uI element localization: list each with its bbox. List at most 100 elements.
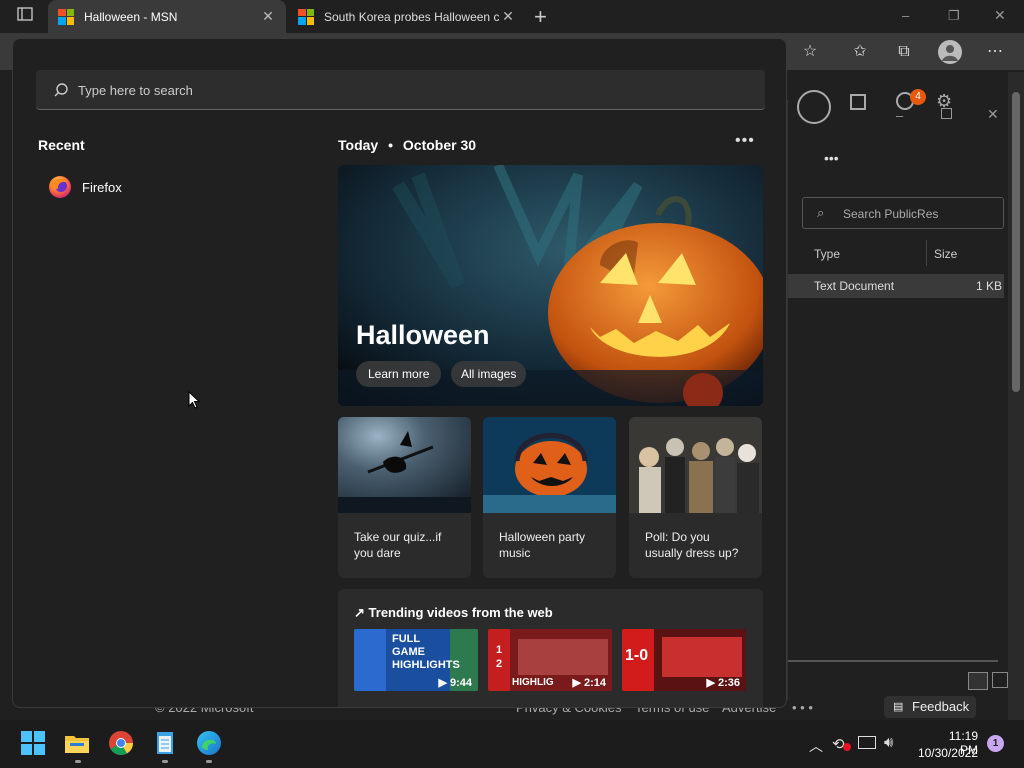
profile-avatar[interactable]: [938, 40, 962, 64]
all-images-button[interactable]: All images: [451, 361, 527, 387]
start-button[interactable]: [20, 730, 48, 758]
row-size: 1 KB: [976, 279, 1003, 293]
bg-column-headers: Type Size: [806, 240, 1006, 266]
page-account-icon[interactable]: [797, 90, 831, 124]
video-thumbnail-1[interactable]: FULL GAME HIGHLIGHTS ▶ 9:44: [354, 629, 478, 691]
bg-search-input[interactable]: ⌕ Search PublicRes: [802, 197, 1004, 229]
sync-error-badge: [843, 743, 851, 751]
players-figure: [518, 639, 608, 675]
players-figure: [662, 637, 742, 677]
card-poll[interactable]: Poll: Do you usually dress up?: [629, 417, 762, 578]
windows-logo-icon: [21, 731, 45, 755]
hero-title: Halloween: [356, 320, 490, 350]
video-duration: ▶ 9:44: [438, 677, 472, 689]
column-size[interactable]: Size: [934, 247, 957, 261]
running-indicator: [75, 760, 81, 763]
edge-icon: [197, 731, 221, 755]
trending-arrow-icon: ↗: [354, 605, 365, 620]
taskbar-notepad[interactable]: [152, 730, 180, 758]
costumes-image: [629, 417, 762, 513]
jack-o-lantern-headphones-image: [483, 417, 616, 513]
bg-menu-dots[interactable]: •••: [824, 150, 839, 166]
running-indicator: [206, 760, 212, 763]
bg-maximize-button[interactable]: [941, 108, 952, 119]
page-apps-icon[interactable]: [850, 94, 866, 110]
taskbar-chrome[interactable]: [108, 730, 136, 758]
row-type: Text Document: [814, 279, 895, 293]
notification-badge: 4: [910, 89, 926, 105]
favorite-add-icon[interactable]: ☆: [799, 41, 821, 63]
new-tab-button[interactable]: +: [534, 4, 547, 30]
folder-icon: [65, 736, 89, 753]
today-label: Today: [338, 137, 379, 153]
card-caption: Halloween party music: [499, 530, 586, 560]
background-window: [787, 100, 1017, 700]
video-overlay-text: HIGHLIG: [512, 677, 554, 688]
start-menu: Type here to search Recent Firefox Today…: [12, 38, 787, 708]
details-view-icon[interactable]: [968, 672, 988, 690]
firefox-icon: [49, 176, 71, 198]
start-search-input[interactable]: Type here to search: [36, 70, 765, 110]
bg-horizontal-scrollbar[interactable]: [788, 660, 998, 662]
tab-title: South Korea probes Halloween c: [324, 9, 500, 24]
footer-more-dots[interactable]: • • •: [792, 700, 813, 715]
video-duration: ▶ 2:14: [572, 677, 606, 689]
taskbar-date[interactable]: 10/30/2022: [914, 746, 978, 760]
favorites-icon[interactable]: ✩: [849, 41, 871, 63]
search-icon: ⌕: [817, 205, 825, 220]
notification-count-badge[interactable]: 1: [987, 735, 1004, 752]
bg-close-button[interactable]: ✕: [987, 106, 999, 123]
network-icon[interactable]: [858, 736, 876, 749]
bg-search-placeholder: Search PublicRes: [843, 207, 939, 221]
restore-button[interactable]: ❐: [948, 8, 960, 24]
chrome-icon: [109, 731, 133, 756]
start-search-placeholder: Type here to search: [78, 83, 193, 98]
taskbar-file-explorer[interactable]: [64, 730, 92, 758]
today-more-button[interactable]: •••: [735, 132, 755, 150]
close-window-button[interactable]: ✕: [994, 7, 1006, 24]
microsoft-logo-icon: [298, 8, 314, 25]
bg-minimize-button[interactable]: –: [896, 108, 903, 123]
trending-videos-panel: ↗ Trending videos from the web FULL GAME…: [338, 589, 763, 707]
running-indicator: [162, 760, 168, 763]
notepad-icon: [157, 732, 173, 754]
video-thumbnail-2[interactable]: 12 HIGHLIG ▶ 2:14: [488, 629, 612, 691]
tab-close-icon[interactable]: ✕: [260, 8, 276, 25]
volume-icon[interactable]: 🔊︎: [884, 734, 893, 751]
collections-icon[interactable]: ⧉: [893, 41, 915, 63]
today-date: October 30: [402, 137, 477, 153]
microsoft-logo-icon: [58, 8, 74, 25]
learn-more-button[interactable]: Learn more: [356, 361, 442, 387]
feedback-label: Feedback: [912, 699, 970, 714]
tab-close-icon[interactable]: ✕: [500, 8, 516, 25]
video-duration: ▶ 2:36: [706, 677, 740, 689]
minimize-button[interactable]: –: [902, 8, 909, 23]
column-type[interactable]: Type: [814, 247, 840, 261]
card-party-music[interactable]: Halloween party music: [483, 417, 616, 578]
video-thumbnail-3[interactable]: 1-0 ▶ 2:36: [622, 629, 746, 691]
settings-more-icon[interactable]: ⋯: [984, 41, 1006, 63]
tiles-view-icon[interactable]: [992, 672, 1008, 688]
recent-item-label: Firefox: [82, 179, 122, 195]
tab-south-korea[interactable]: South Korea probes Halloween c ✕: [288, 0, 526, 33]
column-divider: [926, 240, 927, 266]
video-overlay-text: FULL GAME HIGHLIGHTS: [392, 633, 460, 671]
recent-heading: Recent: [38, 137, 85, 153]
witch-moon-image: [338, 417, 471, 513]
feedback-button[interactable]: ▤ Feedback: [884, 696, 976, 718]
tab-actions-icon[interactable]: [14, 6, 36, 28]
table-row[interactable]: Text Document 1 KB: [788, 274, 1004, 298]
trending-heading: ↗ Trending videos from the web: [354, 605, 553, 620]
search-icon: [54, 83, 68, 97]
taskbar-edge[interactable]: [196, 730, 224, 758]
tab-halloween-msn[interactable]: Halloween - MSN ✕: [48, 0, 286, 33]
page-scrollbar[interactable]: [1008, 72, 1024, 720]
mouse-cursor-icon: [188, 391, 200, 409]
show-hidden-icons-chevron-icon[interactable]: ︿: [809, 736, 823, 756]
hero-card[interactable]: Halloween Learn more All images: [338, 165, 763, 406]
recent-item-firefox[interactable]: Firefox: [39, 171, 279, 203]
card-quiz[interactable]: Take our quiz...if you dare: [338, 417, 471, 578]
tab-title: Halloween - MSN: [84, 9, 178, 24]
feedback-icon: ▤: [893, 701, 904, 713]
score-text: 12: [496, 644, 503, 670]
